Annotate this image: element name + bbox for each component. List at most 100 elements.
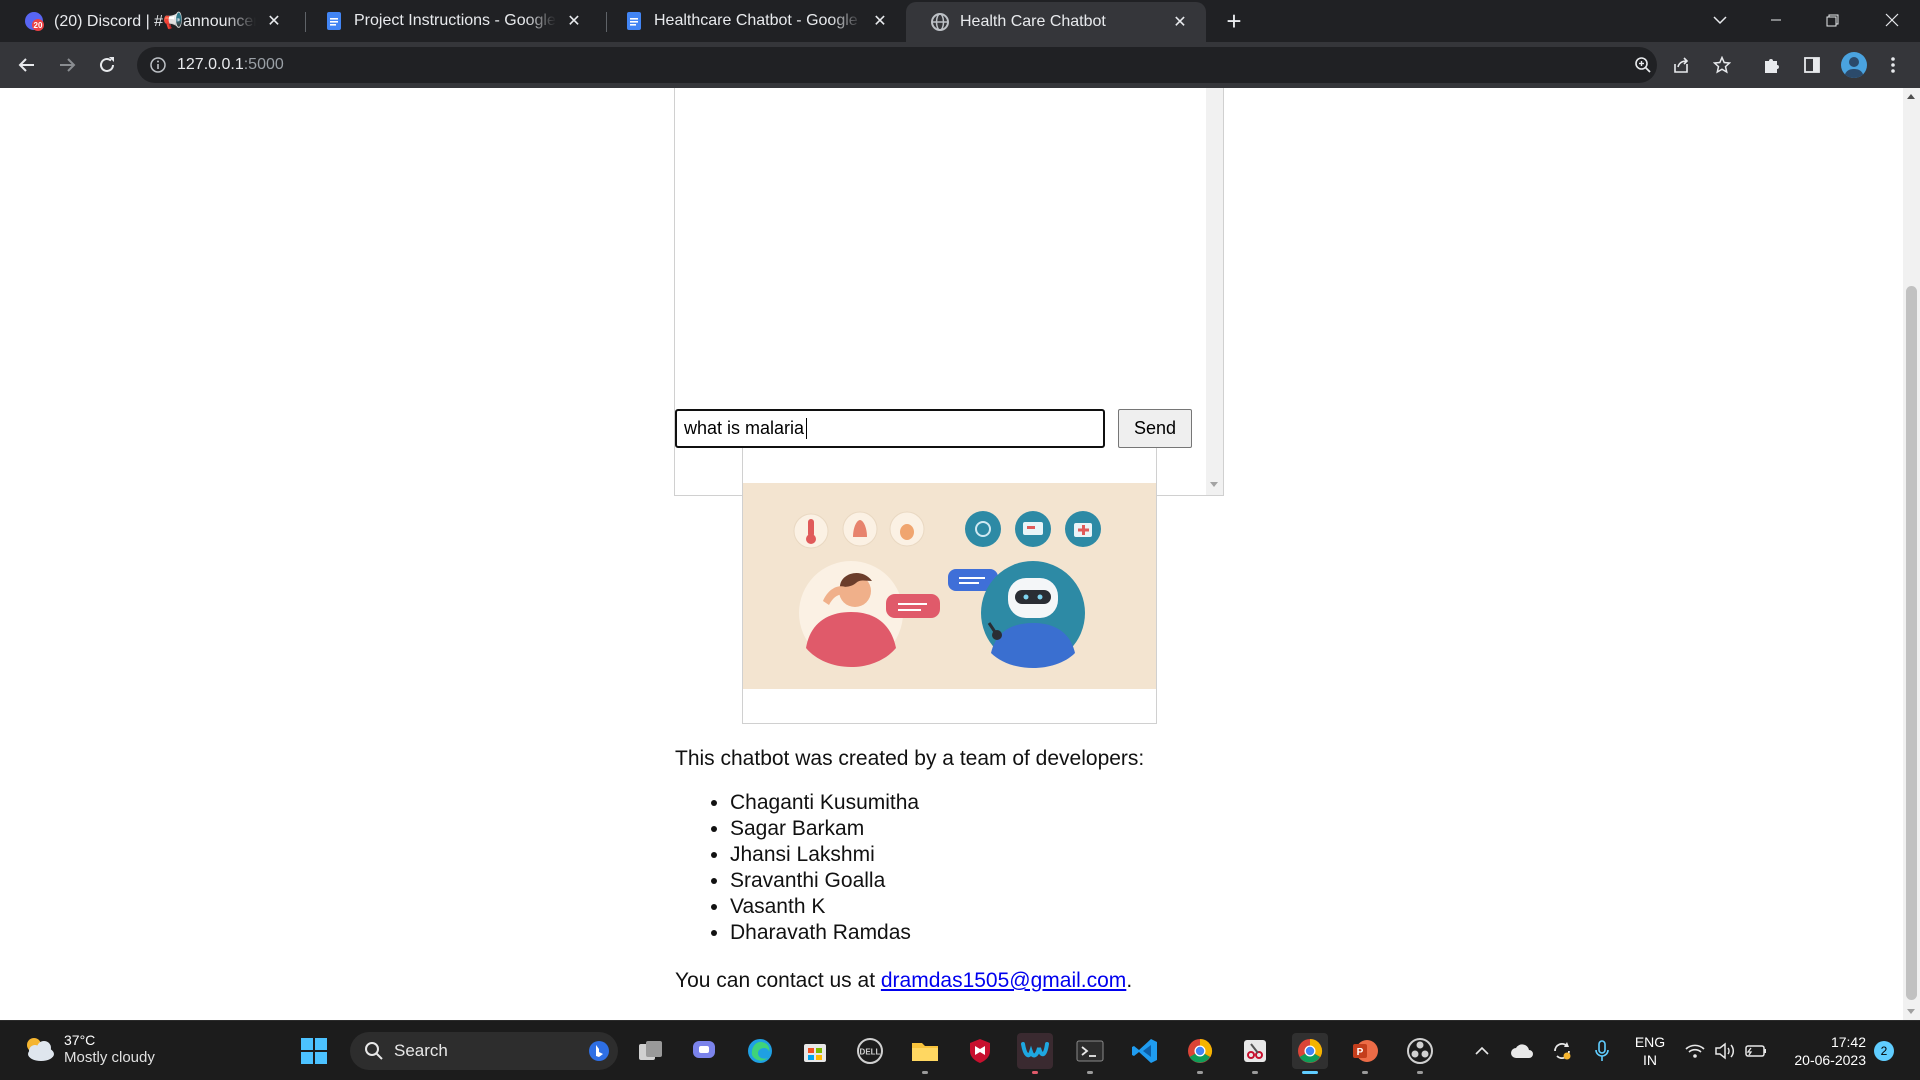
doctor-patient-chatbot-illustration (743, 483, 1156, 689)
chrome-active-button[interactable] (1292, 1033, 1328, 1074)
webex-button[interactable] (1017, 1033, 1053, 1074)
tab-search-button[interactable] (1692, 0, 1748, 40)
weather-condition: Mostly cloudy (64, 1049, 155, 1066)
search-icon (365, 1042, 383, 1060)
terminal-button[interactable] (1072, 1033, 1108, 1074)
new-tab-button[interactable]: + (1220, 6, 1248, 36)
info-icon[interactable] (149, 56, 167, 74)
language-indicator[interactable]: ENG IN (1632, 1033, 1668, 1069)
clock[interactable]: 17:42 20-06-2023 (1782, 1033, 1866, 1069)
microphone-button[interactable] (1584, 1033, 1620, 1069)
file-explorer-button[interactable] (907, 1033, 943, 1074)
taskbar-search-box[interactable]: Search (350, 1032, 618, 1070)
running-indicator (1197, 1071, 1203, 1074)
close-tab-icon[interactable]: ✕ (1168, 10, 1192, 34)
minimize-button[interactable] (1748, 0, 1804, 40)
browser-tab-strip: 20 (20) Discord | #📢announcements ✕ Proj… (0, 0, 1920, 42)
reload-button[interactable] (91, 49, 123, 81)
powerpoint-icon: P (1353, 1040, 1378, 1062)
contact-suffix: . (1126, 969, 1133, 992)
dell-icon: DELL (857, 1038, 883, 1064)
send-button[interactable]: Send (1118, 409, 1192, 448)
more-vert-icon (1891, 57, 1895, 73)
dell-button[interactable]: DELL (852, 1033, 888, 1069)
edge-button[interactable] (742, 1033, 778, 1069)
vscode-button[interactable] (1127, 1033, 1163, 1069)
snipping-tool-button[interactable] (1237, 1033, 1273, 1074)
tab-discord[interactable]: 20 (20) Discord | #📢announcements ✕ (0, 0, 300, 42)
obs-button[interactable] (1402, 1033, 1438, 1074)
windows-taskbar: 37°C Mostly cloudy Search DELL P ENG IN … (0, 1020, 1920, 1080)
star-icon (1713, 56, 1731, 74)
start-button[interactable] (296, 1033, 332, 1069)
chatbot-illustration-frame (742, 448, 1157, 724)
language-code: ENG (1634, 1034, 1666, 1050)
clock-date: 20-06-2023 (1794, 1052, 1866, 1068)
task-view-icon (639, 1041, 662, 1060)
show-hidden-icons-button[interactable] (1464, 1033, 1500, 1069)
weather-widget[interactable]: 37°C Mostly cloudy (22, 1031, 155, 1067)
clock-time: 17:42 (1830, 1034, 1866, 1050)
contact-email-link[interactable]: dramdas1505@gmail.com (881, 969, 1126, 992)
share-icon (1674, 57, 1689, 73)
arrow-right-icon (60, 58, 76, 72)
restore-button[interactable] (1804, 0, 1860, 40)
chrome-menu-button[interactable] (1877, 49, 1909, 81)
bookmark-button[interactable] (1706, 49, 1738, 81)
teams-chat-button[interactable] (687, 1033, 723, 1069)
discord-badge: 20 (34, 21, 43, 30)
close-tab-icon[interactable]: ✕ (868, 9, 892, 33)
side-panel-button[interactable] (1796, 49, 1828, 81)
globe-icon (931, 13, 949, 31)
tab-healthcare-chatbot-doc[interactable]: Healthcare Chatbot - Google Docs ✕ (600, 0, 906, 42)
contact-line: You can contact us at dramdas1505@gmail.… (675, 968, 1375, 994)
address-bar[interactable]: 127.0.0.1:5000 (137, 47, 1657, 83)
mcafee-button[interactable] (962, 1033, 998, 1069)
powerpoint-button[interactable]: P (1347, 1033, 1383, 1074)
profile-avatar[interactable] (1841, 52, 1867, 78)
message-input[interactable] (675, 409, 1105, 448)
scroll-down-arrow-icon[interactable] (1210, 482, 1218, 487)
tab-health-care-chatbot[interactable]: Health Care Chatbot ✕ (906, 2, 1206, 42)
scrollbar-thumb[interactable] (1906, 286, 1917, 1000)
scroll-up-arrow-icon[interactable] (1907, 94, 1915, 99)
sync-button[interactable] (1544, 1033, 1580, 1069)
forward-button[interactable] (51, 49, 83, 81)
browser-toolbar: 127.0.0.1:5000 (0, 42, 1920, 88)
list-item: Vasanth K (730, 894, 1375, 920)
tab-title: Healthcare Chatbot - Google Docs (654, 12, 862, 29)
running-indicator (922, 1071, 928, 1074)
task-view-button[interactable] (633, 1033, 669, 1069)
url-port: :5000 (243, 56, 284, 73)
onedrive-button[interactable] (1504, 1033, 1540, 1069)
notification-badge[interactable]: 2 (1874, 1041, 1894, 1061)
running-indicator (1032, 1071, 1038, 1074)
tab-title: (20) Discord | #📢announcements (54, 13, 256, 30)
chevron-down-icon (1713, 16, 1727, 25)
share-button[interactable] (1665, 49, 1697, 81)
chevron-up-icon (1475, 1046, 1489, 1055)
back-button[interactable] (11, 49, 43, 81)
close-tab-icon[interactable]: ✕ (562, 9, 586, 33)
chrome-profile-button[interactable] (1182, 1033, 1218, 1074)
scroll-down-arrow-icon[interactable] (1907, 1009, 1915, 1014)
search-label: Search (394, 1041, 448, 1060)
credits-intro: This chatbot was created by a team of de… (675, 747, 1145, 770)
cloud-icon (1511, 1044, 1533, 1058)
arrow-left-icon (18, 58, 34, 72)
page-scrollbar[interactable] (1903, 88, 1920, 1020)
running-indicator (1362, 1071, 1368, 1074)
discord-icon: 20 (25, 12, 44, 31)
zoom-button[interactable] (1631, 53, 1655, 77)
quick-settings-button[interactable] (1680, 1033, 1780, 1069)
close-window-button[interactable] (1864, 0, 1920, 40)
avatar-icon (1844, 57, 1864, 78)
tab-project-instructions[interactable]: Project Instructions - Google Docs ✕ (300, 0, 600, 42)
url-text[interactable]: 127.0.0.1:5000 (177, 56, 284, 74)
store-button[interactable] (797, 1033, 833, 1069)
extensions-button[interactable] (1755, 49, 1787, 81)
svg-text:P: P (1357, 1047, 1364, 1058)
close-tab-icon[interactable]: ✕ (262, 9, 286, 33)
chat-scrollbar[interactable] (1206, 88, 1223, 495)
bing-icon (589, 1041, 609, 1061)
